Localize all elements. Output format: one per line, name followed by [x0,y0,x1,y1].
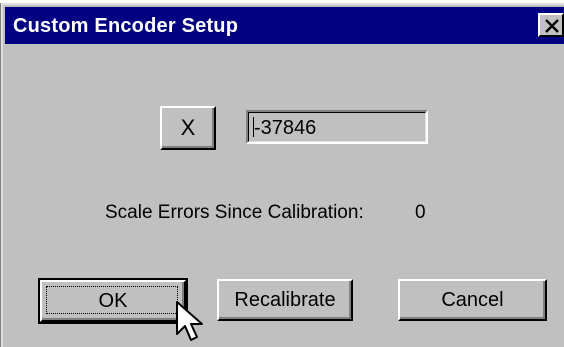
ok-button-label: OK [98,289,128,312]
cancel-button[interactable]: Cancel [398,279,547,321]
axis-x-button[interactable]: X [160,106,216,150]
close-button[interactable] [538,13,564,37]
position-field-inner[interactable]: -37846 [248,112,426,142]
scale-errors-count: 0 [415,202,426,223]
close-icon [545,19,559,33]
ok-button[interactable]: OK [38,278,188,324]
mouse-pointer-icon [176,301,203,341]
recalibrate-button[interactable]: Recalibrate [217,279,353,321]
window-title: Custom Encoder Setup [13,15,239,37]
position-value: -37846 [254,117,317,139]
recalibrate-button-label: Recalibrate [234,288,336,311]
title-bar[interactable]: Custom Encoder Setup [5,7,564,44]
cancel-button-label: Cancel [441,288,504,311]
scale-errors-label: Scale Errors Since Calibration: [105,202,364,223]
position-field[interactable]: -37846 [246,110,428,144]
